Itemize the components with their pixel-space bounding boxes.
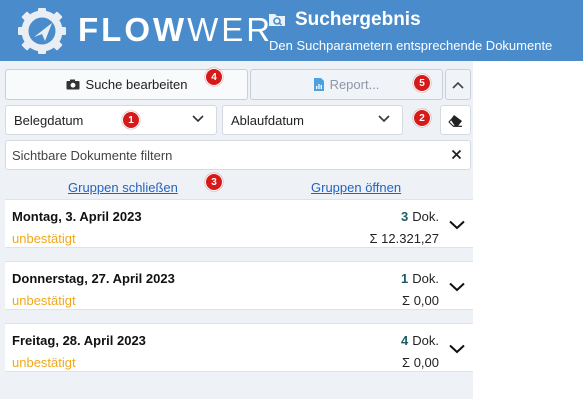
group-row[interactable]: Donnerstag, 27. April 2023 unbestätigt 1… [5,261,473,310]
group-doc-count: 1 Dok. [401,271,439,286]
open-groups-link[interactable]: Gruppen öffnen [311,180,401,195]
annotation-badge: 1 [122,111,140,129]
group-date: Freitag, 28. April 2023 [12,333,146,348]
empty-area [473,61,583,399]
sort-primary-select[interactable]: Belegdatum [5,105,217,135]
app-header: FLOWWER Suchergebnis Den Suchparametern … [0,0,583,61]
filter-placeholder: Sichtbare Dokumente filtern [12,147,173,163]
page-title: Suchergebnis [295,9,421,30]
annotation-badge: 4 [205,68,223,86]
group-date: Montag, 3. April 2023 [12,209,142,224]
group-status: unbestätigt [12,231,76,246]
report-icon [313,78,324,91]
annotation-badge: 3 [205,173,223,191]
group-date: Donnerstag, 27. April 2023 [12,271,175,286]
chevron-down-icon [192,115,204,123]
chevron-down-icon [378,115,390,123]
close-groups-link[interactable]: Gruppen schließen [68,180,178,195]
annotation-badge: 2 [413,109,431,127]
group-sum: Σ 0,00 [402,293,439,308]
chevron-down-icon[interactable] [449,344,465,354]
chevron-down-icon[interactable] [449,220,465,230]
eraser-icon [448,114,462,127]
sort-secondary-select[interactable]: Ablaufdatum [222,105,403,135]
close-icon[interactable] [451,149,462,160]
folder-search-icon [269,14,285,26]
report-label: Report... [329,77,380,92]
annotation-badge: 5 [413,74,431,92]
edit-search-label: Suche bearbeiten [85,77,188,92]
flowwer-logo-icon [18,8,66,54]
collapse-toolbar-button[interactable] [445,69,471,100]
group-doc-count: 4 Dok. [401,333,439,348]
group-sum: Σ 12.321,27 [369,231,439,246]
sort-primary-value: Belegdatum [14,112,84,128]
clear-sort-button[interactable] [440,105,471,135]
sort-secondary-value: Ablaufdatum [231,112,304,128]
chevron-up-icon [452,81,464,89]
page-subtitle: Den Suchparametern entsprechende Dokumen… [269,38,553,53]
group-row[interactable]: Freitag, 28. April 2023 unbestätigt 4 Dok… [5,323,473,372]
group-status: unbestätigt [12,355,76,370]
brand-name: FLOWWER [78,11,274,48]
camera-icon [66,79,80,90]
group-sum: Σ 0,00 [402,355,439,370]
group-doc-count: 3 Dok. [401,209,439,224]
group-row[interactable]: Montag, 3. April 2023 unbestätigt 3 Dok. … [5,199,473,248]
search-results-panel: Suche bearbeiten Report... Belegdatum Ab… [0,61,473,399]
chevron-down-icon[interactable] [449,282,465,292]
filter-documents-input[interactable]: Sichtbare Dokumente filtern [5,140,471,170]
group-status: unbestätigt [12,293,76,308]
